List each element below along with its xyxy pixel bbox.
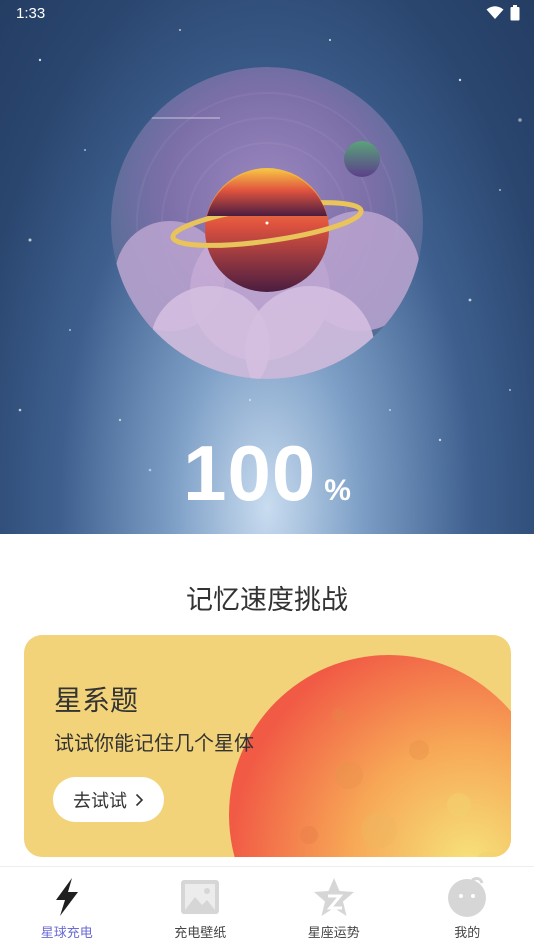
wifi-icon (486, 6, 504, 19)
tab-label: 充电壁纸 (174, 926, 227, 941)
charge-percent-unit: % (324, 474, 351, 507)
status-bar: 1:33 (0, 0, 534, 28)
card-subtitle: 试试你能记住几个星体 (54, 731, 254, 755)
image-icon (178, 875, 222, 919)
bottom-tab-bar: 星球充电 充电壁纸 星座运势 我的 (0, 866, 534, 950)
tab-planet-charge[interactable]: 星球充电 (0, 867, 134, 950)
moon-illustration (229, 655, 511, 857)
try-button[interactable]: 去试试 (53, 777, 164, 822)
tab-mine[interactable]: 我的 (401, 867, 534, 950)
challenge-card[interactable]: 星系题 试试你能记住几个星体 去试试 (24, 635, 511, 857)
charge-readout: 100% (0, 428, 534, 519)
star-icon (312, 875, 356, 919)
planet-illustration (111, 67, 423, 379)
status-icons (486, 5, 520, 21)
profile-face-icon (445, 875, 489, 919)
tab-charging-wallpaper[interactable]: 充电壁纸 (134, 867, 268, 950)
section-title: 记忆速度挑战 (186, 585, 348, 616)
card-title: 星系题 (54, 684, 139, 717)
tab-label: 星座运势 (307, 926, 360, 941)
chevron-right-icon (135, 793, 144, 806)
tab-horoscope[interactable]: 星座运势 (267, 867, 401, 950)
lightning-bolt-icon (45, 875, 89, 919)
try-button-label: 去试试 (73, 790, 127, 812)
hero-background: 1:33 100 % (0, 0, 534, 534)
battery-icon (510, 5, 520, 21)
charge-percent-value: 100 (183, 429, 317, 517)
tab-label: 星球充电 (40, 926, 93, 941)
tab-label: 我的 (454, 926, 481, 941)
status-time: 1:33 (16, 5, 46, 22)
